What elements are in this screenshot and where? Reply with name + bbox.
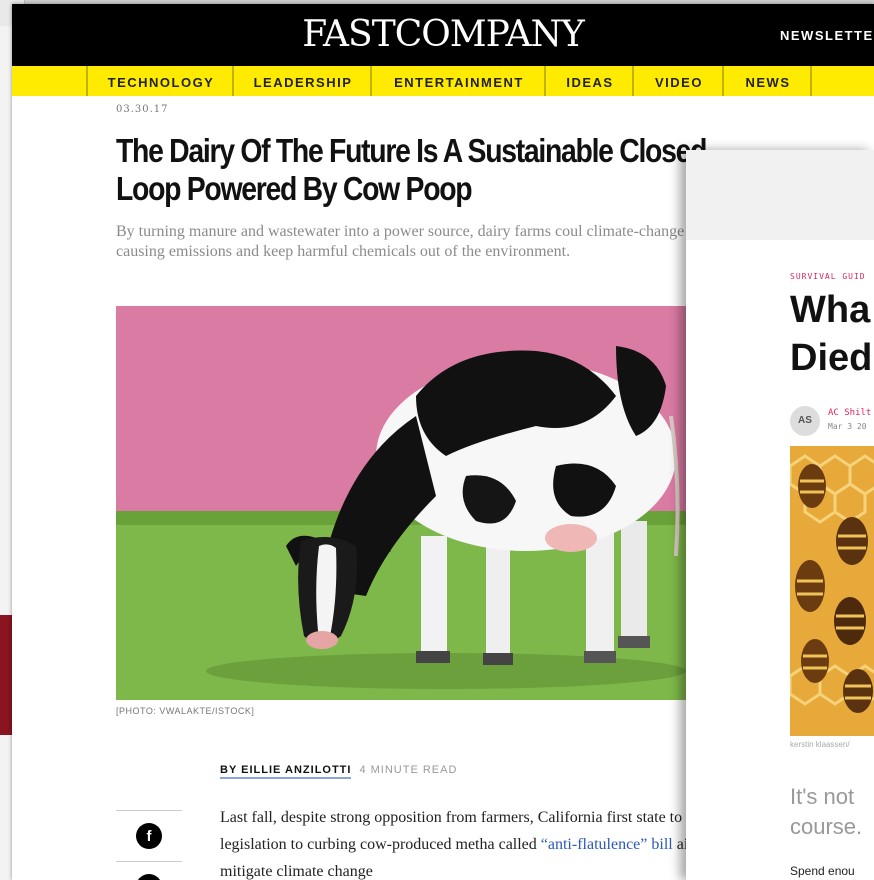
overlay-photo-bees [790, 446, 874, 736]
site-header: FASTCOMPANY NEWSLETTER [12, 4, 874, 66]
article-date: 03.30.17 [116, 104, 169, 115]
read-time: 4 MINUTE READ [359, 764, 458, 776]
overlay-date: Mar 3 20 [828, 422, 867, 431]
article-headline: The Dairy Of The Future Is A Sustainable… [116, 132, 707, 207]
twitter-share-icon[interactable] [136, 874, 162, 880]
author-link[interactable]: BY EILLIE ANZILOTTI [220, 764, 352, 779]
article-photo-cow [116, 306, 696, 700]
share-rail: f [116, 810, 182, 880]
article-dek: By turning manure and wastewater into a … [116, 223, 685, 260]
facebook-share-icon[interactable]: f [136, 823, 162, 849]
overlay-body-text: Spend enou [790, 864, 855, 878]
nav-item-leadership[interactable]: LEADERSHIP [232, 66, 372, 96]
nav-item-ideas[interactable]: IDEAS [544, 66, 634, 96]
overlay-photo-credit: kerstin klaassen/ [790, 740, 850, 749]
overlay-article-window: SURVIVAL GUID Wha Died AS AC Shilt Mar 3… [686, 150, 874, 880]
overlay-teaser-line2: course. [790, 814, 863, 839]
cow-illustration [116, 306, 696, 700]
bees-illustration [790, 446, 874, 736]
share-divider [116, 810, 182, 811]
nav-item-video[interactable]: VIDEO [632, 66, 724, 96]
nav-item-more[interactable] [810, 66, 874, 96]
overlay-headline: Wha Died [790, 286, 872, 382]
overlay-headline-line2: Died [790, 337, 873, 379]
article-byline: BY EILLIE ANZILOTTI 4 MINUTE READ [220, 764, 458, 779]
nav-bar: TECHNOLOGY LEADERSHIP ENTERTAINMENT IDEA… [12, 66, 874, 96]
site-logo[interactable]: FASTCOMPANY [12, 14, 874, 55]
overlay-author-link[interactable]: AC Shilt [828, 408, 871, 418]
overlay-section-label[interactable]: SURVIVAL GUID [790, 272, 866, 281]
photo-caption: [PHOTO: VWALAKTE/ISTOCK] [116, 706, 255, 716]
nav-item-entertainment[interactable]: ENTERTAINMENT [370, 66, 546, 96]
byline-prefix: BY [220, 764, 238, 776]
share-divider [116, 861, 182, 862]
avatar[interactable]: AS [790, 406, 820, 436]
author-name: EILLIE ANZILOTTI [241, 764, 352, 776]
overlay-teaser: It's not course. [790, 782, 862, 842]
overlay-teaser-line1: It's not [790, 784, 855, 809]
newsletter-link[interactable]: NEWSLETTER [780, 28, 874, 43]
anti-flatulence-bill-link[interactable]: “anti-flatulence” bill [541, 836, 673, 853]
nav-item-news[interactable]: NEWS [722, 66, 812, 96]
overlay-window-header [686, 150, 874, 240]
article-body: Last fall, despite strong opposition fro… [220, 804, 740, 880]
nav-item-technology[interactable]: TECHNOLOGY [86, 66, 234, 96]
overlay-headline-line1: Wha [790, 289, 871, 331]
